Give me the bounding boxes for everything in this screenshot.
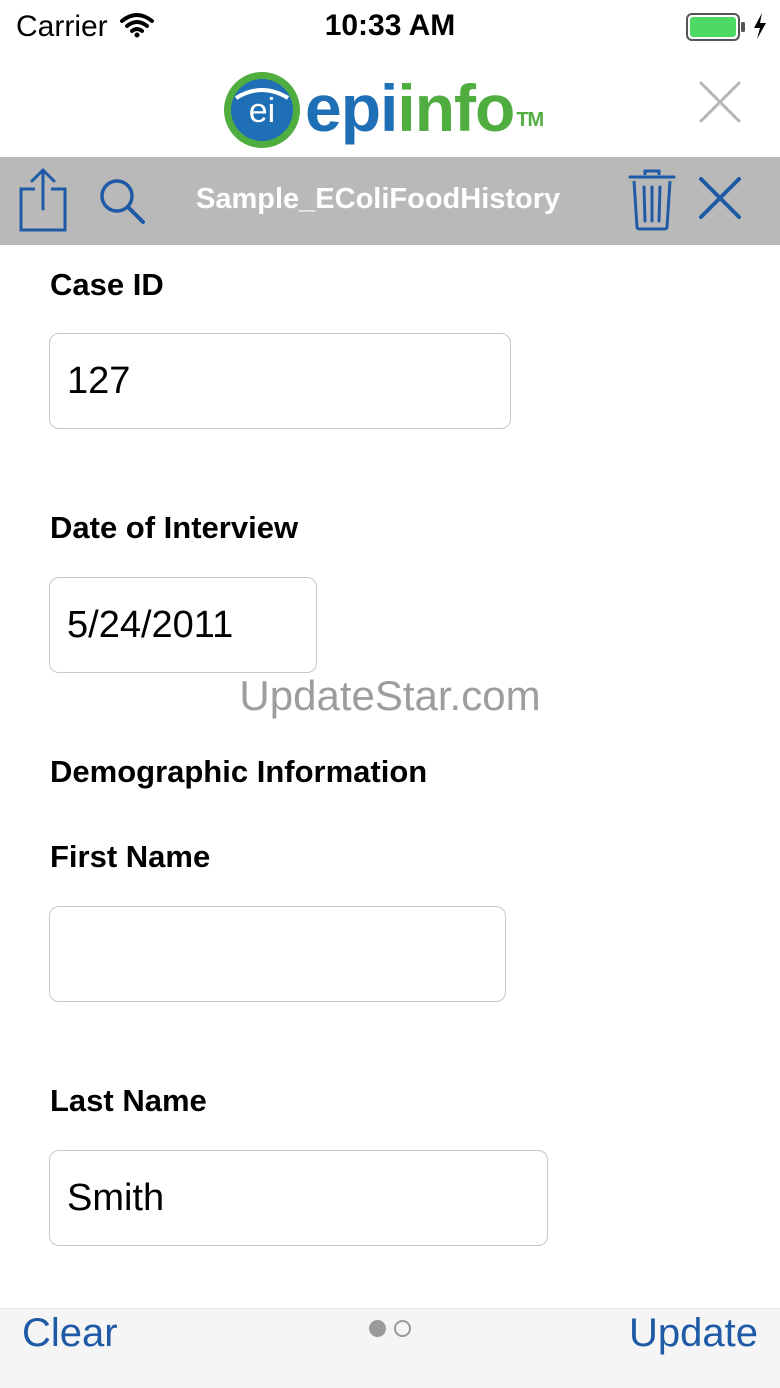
last-name-label: Last Name	[50, 1083, 207, 1118]
logo-mark-text: ei	[249, 92, 275, 130]
page-indicator-dot[interactable]	[394, 1320, 411, 1337]
clear-button[interactable]: Clear	[22, 1311, 118, 1356]
update-button[interactable]: Update	[629, 1311, 758, 1356]
case-id-label: Case ID	[50, 267, 164, 302]
date-of-interview-label: Date of Interview	[50, 510, 299, 545]
close-icon[interactable]	[698, 80, 742, 129]
page-indicator-dot-active[interactable]	[369, 1320, 386, 1337]
watermark: UpdateStar.com	[239, 672, 541, 719]
case-id-field[interactable]: 127	[49, 333, 511, 429]
form-title: Sample_EColiFoodHistory	[196, 183, 561, 215]
search-icon[interactable]	[98, 177, 146, 230]
date-of-interview-field[interactable]: 5/24/2011	[49, 577, 317, 673]
share-icon[interactable]	[18, 167, 68, 238]
charging-icon	[752, 12, 768, 45]
logo-text-epi: epi	[305, 71, 398, 145]
bottom-bar: Clear Update	[0, 1308, 780, 1388]
trash-icon[interactable]	[628, 169, 676, 236]
app-header: ei epiinfo TM	[0, 54, 780, 158]
last-name-field[interactable]: Smith	[49, 1150, 548, 1246]
first-name-label: First Name	[50, 839, 211, 874]
battery-icon	[686, 13, 746, 46]
epiinfo-logo-icon: ei	[222, 70, 302, 155]
clock: 10:33 AM	[324, 9, 456, 42]
form-toolbar: Sample_EColiFoodHistory	[0, 157, 780, 245]
logo-text-info: info	[397, 71, 515, 145]
section-heading: Demographic Information	[50, 754, 428, 789]
logo-trademark: TM	[516, 109, 544, 131]
logo-wordmark: epiinfo TM	[305, 68, 544, 148]
status-bar: Carrier 10:33 AM	[0, 0, 780, 54]
first-name-field[interactable]	[49, 906, 506, 1002]
close-icon[interactable]	[698, 176, 742, 225]
